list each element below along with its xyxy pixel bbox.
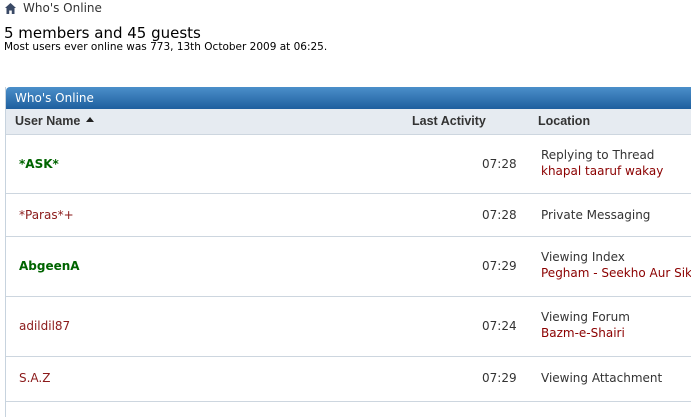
location-cell: Viewing Attachment bbox=[541, 371, 662, 385]
username-link[interactable]: *ASK* bbox=[19, 157, 59, 171]
whos-online-panel: Who's Online User Name Last Activity Loc… bbox=[5, 87, 691, 417]
location-detail-link[interactable]: Bazm-e-Shairi bbox=[541, 326, 630, 340]
location-label: Viewing Index bbox=[541, 250, 625, 264]
table-row: *ASK* 07:28 Replying to Thread khapal ta… bbox=[6, 135, 691, 194]
location-label: Replying to Thread bbox=[541, 148, 655, 162]
location-detail-link[interactable]: khapal taaruf wakay bbox=[541, 164, 663, 178]
user-name-header-label: User Name bbox=[15, 114, 81, 128]
table-row: *Paras*+ 07:28 Private Messaging bbox=[6, 194, 691, 237]
location-cell: Viewing Forum Bazm-e-Shairi bbox=[541, 310, 630, 340]
user-name-column-header[interactable]: User Name bbox=[15, 114, 95, 128]
last-activity-time: 07:24 bbox=[482, 319, 517, 333]
last-activity-time: 07:28 bbox=[482, 157, 517, 171]
record-text: Most users ever online was 773, 13th Oct… bbox=[4, 41, 328, 53]
location-cell: Replying to Thread khapal taaruf wakay bbox=[541, 148, 663, 178]
column-header-row: User Name Last Activity Location bbox=[6, 109, 691, 135]
panel-header: Who's Online bbox=[6, 87, 691, 109]
breadcrumb-label: Who's Online bbox=[23, 1, 102, 15]
location-label: Viewing Attachment bbox=[541, 371, 663, 385]
location-label: Private Messaging bbox=[541, 208, 651, 222]
last-activity-time: 07:29 bbox=[482, 259, 517, 273]
sort-ascending-icon bbox=[86, 117, 95, 123]
home-icon[interactable] bbox=[4, 2, 17, 15]
breadcrumb: Who's Online bbox=[4, 0, 102, 16]
username-link[interactable]: AbgeenA bbox=[19, 259, 80, 273]
location-column-header[interactable]: Location bbox=[538, 114, 590, 128]
table-row: S.A.Z 07:29 Viewing Attachment bbox=[6, 357, 691, 402]
last-activity-column-header[interactable]: Last Activity bbox=[412, 114, 486, 128]
username-link[interactable]: *Paras*+ bbox=[19, 208, 74, 222]
table-row: AbgeenA 07:29 Viewing Index Pegham - See… bbox=[6, 237, 691, 297]
page-title: 5 members and 45 guests bbox=[4, 24, 201, 42]
username-link[interactable]: S.A.Z bbox=[19, 371, 50, 385]
location-cell: Private Messaging bbox=[541, 208, 650, 222]
location-cell: Viewing Index Pegham - Seekho Aur Sikh bbox=[541, 250, 691, 280]
table-row: adildil87 07:24 Viewing Forum Bazm-e-Sha… bbox=[6, 297, 691, 357]
location-detail-link[interactable]: Pegham - Seekho Aur Sikh bbox=[541, 266, 691, 280]
username-link[interactable]: adildil87 bbox=[19, 319, 70, 333]
last-activity-time: 07:28 bbox=[482, 208, 517, 222]
location-label: Viewing Forum bbox=[541, 310, 630, 324]
last-activity-time: 07:29 bbox=[482, 371, 517, 385]
